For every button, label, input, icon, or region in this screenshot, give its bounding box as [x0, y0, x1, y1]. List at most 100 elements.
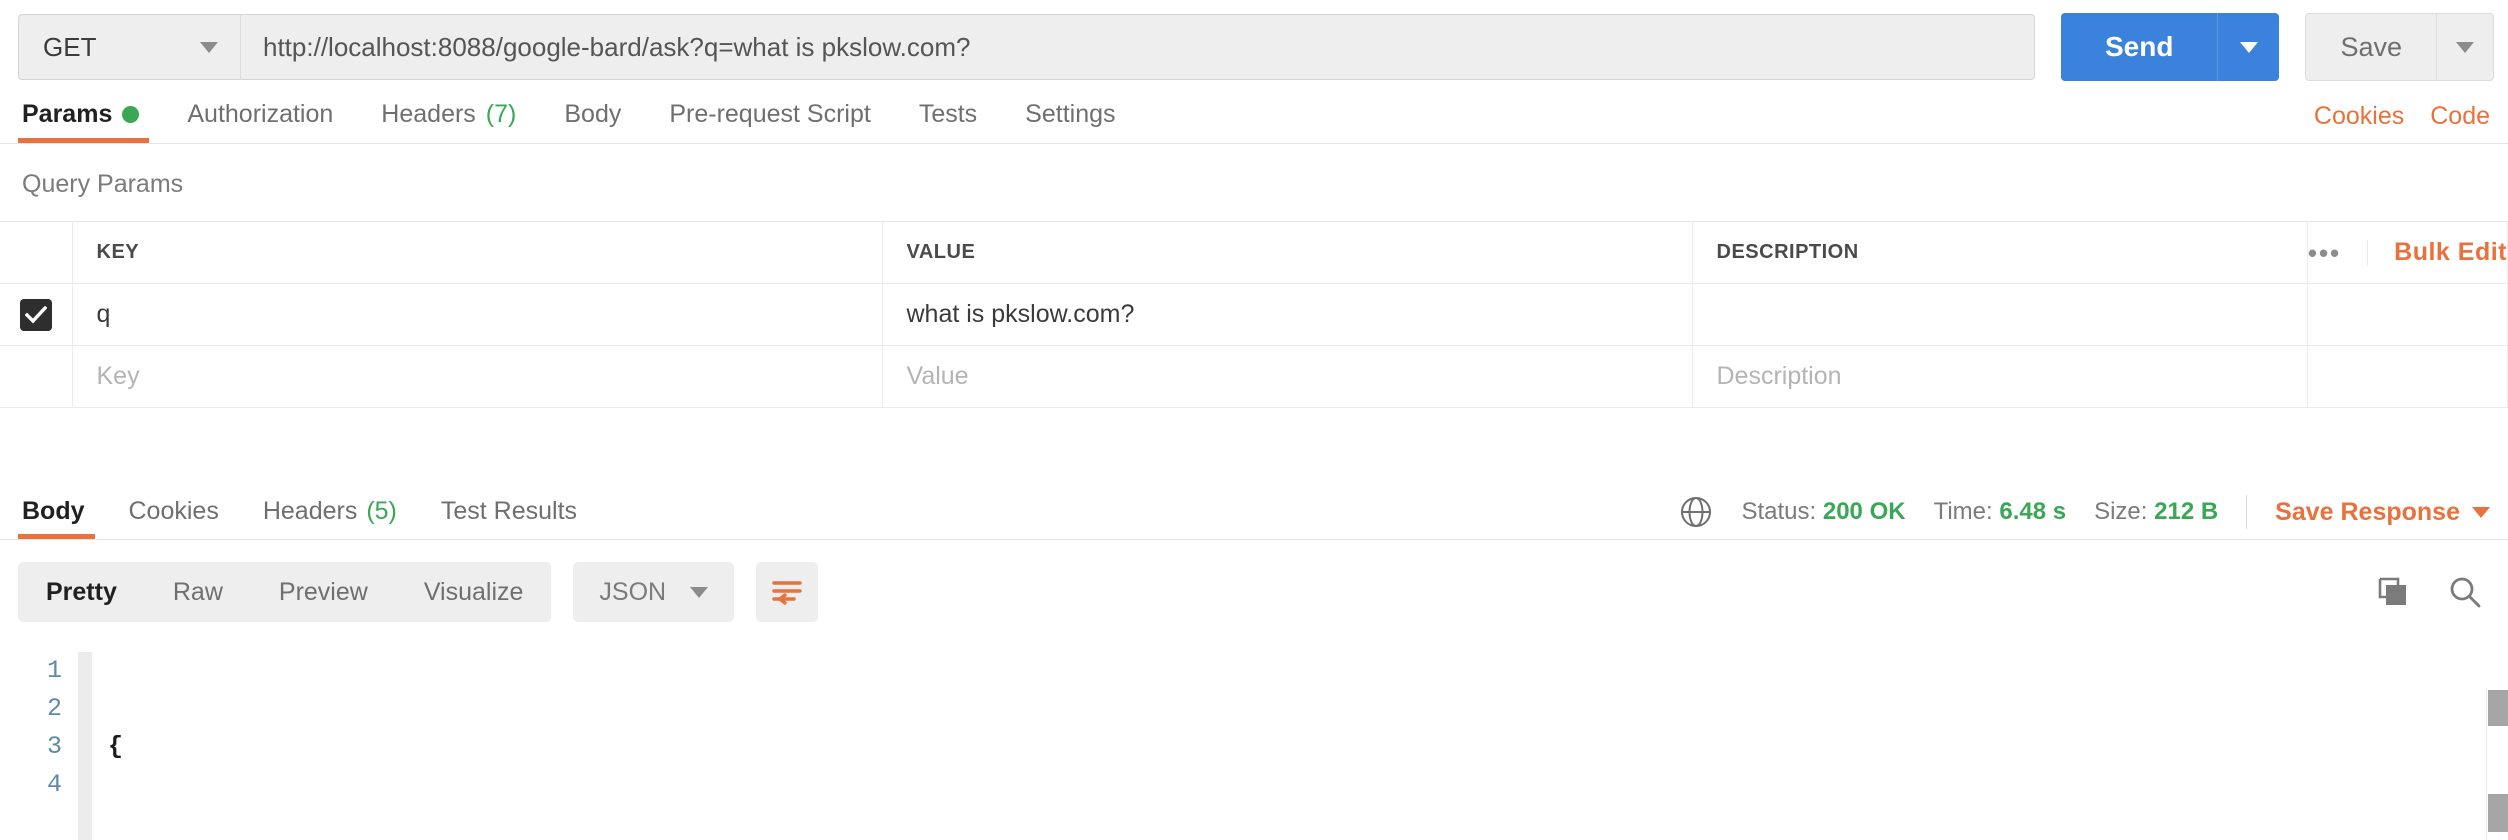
row-checkbox[interactable]	[19, 298, 52, 331]
response-tabs: Body Cookies Headers (5) Test Results St…	[0, 482, 2508, 540]
tab-params[interactable]: Params	[18, 85, 163, 143]
time-group: Time: 6.48 s	[1934, 498, 2067, 526]
size-label: Size:	[2094, 498, 2148, 525]
value-placeholder: Value	[906, 362, 969, 390]
tab-settings[interactable]: Settings	[1001, 85, 1139, 143]
response-format-label: JSON	[599, 577, 667, 606]
response-tab-body-label: Body	[22, 496, 85, 525]
row-actions-cell	[2307, 283, 2508, 346]
header-actions: ••• Bulk Edit	[2307, 221, 2508, 284]
response-vertical-scrollbar[interactable]	[2486, 688, 2508, 840]
query-params-table-head: KEY VALUE DESCRIPTION ••• Bulk Edit	[0, 221, 2508, 284]
response-tab-cookies[interactable]: Cookies	[107, 483, 241, 539]
response-body-toolbar: Pretty Raw Preview Visualize JSON	[0, 540, 2508, 640]
cookies-link[interactable]: Cookies	[2314, 102, 2404, 131]
save-response-label: Save Response	[2275, 497, 2460, 526]
time-label: Time:	[1933, 498, 1993, 525]
table-header-row: KEY VALUE DESCRIPTION ••• Bulk Edit	[0, 221, 2508, 284]
response-tab-test-results[interactable]: Test Results	[419, 483, 599, 539]
tab-tests[interactable]: Tests	[895, 85, 1001, 143]
http-method-select[interactable]: GET	[18, 14, 240, 80]
empty-row-checkbox-cell	[0, 345, 73, 408]
request-url-bar: GET Send Save	[0, 0, 2508, 84]
view-mode-raw[interactable]: Raw	[145, 562, 251, 622]
size-value: 212 B	[2154, 498, 2219, 525]
status-value: 200 OK	[1822, 498, 1906, 525]
description-placeholder: Description	[1716, 362, 1842, 390]
row-key-cell[interactable]: q	[71, 283, 883, 346]
tab-tests-label: Tests	[918, 99, 978, 128]
view-mode-pretty[interactable]: Pretty	[18, 562, 145, 622]
view-mode-visualize[interactable]: Visualize	[396, 562, 552, 622]
header-key: KEY	[71, 221, 883, 284]
search-icon[interactable]	[2448, 575, 2482, 609]
tab-authorization[interactable]: Authorization	[163, 85, 357, 143]
query-params-table-body: q what is pkslow.com? Key Value Descript…	[0, 283, 2508, 408]
code-fold-rail[interactable]	[78, 652, 92, 840]
code-link[interactable]: Code	[2430, 102, 2490, 131]
time-value: 6.48 s	[1999, 498, 2067, 525]
wrap-lines-button[interactable]	[756, 562, 819, 622]
chevron-down-icon	[2239, 41, 2258, 53]
more-options-icon[interactable]: •••	[2282, 239, 2369, 266]
view-mode-preview[interactable]: Preview	[251, 562, 396, 622]
tab-params-label: Params	[22, 99, 113, 128]
status-label: Status:	[1741, 498, 1817, 525]
tab-settings-label: Settings	[1025, 99, 1116, 128]
send-options-button[interactable]	[2217, 13, 2280, 81]
meta-divider	[2246, 495, 2248, 529]
save-options-button[interactable]	[2436, 13, 2494, 81]
url-input[interactable]	[263, 31, 2012, 63]
empty-row-key-cell[interactable]: Key	[71, 345, 883, 408]
save-response-button[interactable]: Save Response	[2275, 498, 2490, 527]
tab-headers[interactable]: Headers (7)	[357, 85, 540, 143]
response-body-code[interactable]: 1 2 3 4 { "chosenAnswer": "No Answer", "…	[0, 640, 2508, 840]
line-number: 4	[46, 770, 62, 799]
url-input-wrapper[interactable]	[240, 14, 2035, 80]
tab-headers-label: Headers	[381, 99, 476, 128]
request-tabs-right-links: Cookies Code	[2314, 102, 2490, 143]
empty-row-value-cell[interactable]: Value	[881, 345, 1693, 408]
tab-body-label: Body	[564, 99, 622, 128]
send-button[interactable]: Send	[2060, 13, 2218, 81]
response-format-select[interactable]: JSON	[573, 562, 735, 622]
response-tab-body[interactable]: Body	[18, 483, 107, 539]
line-number: 3	[46, 732, 62, 761]
empty-row-description-cell[interactable]: Description	[1691, 345, 2308, 408]
table-row: Key Value Description	[0, 345, 2508, 408]
size-group: Size: 212 B	[2094, 498, 2218, 526]
tab-body[interactable]: Body	[540, 85, 645, 143]
query-params-table: KEY VALUE DESCRIPTION ••• Bulk Edit q wh…	[0, 221, 2508, 408]
response-tab-headers[interactable]: Headers (5)	[241, 483, 419, 539]
row-value-cell[interactable]: what is pkslow.com?	[881, 283, 1693, 346]
bulk-edit-link[interactable]: Bulk Edit	[2368, 238, 2507, 267]
chevron-down-icon	[2456, 41, 2474, 53]
chevron-down-icon	[2472, 506, 2490, 518]
table-row: q what is pkslow.com?	[0, 283, 2508, 346]
line-number: 2	[46, 694, 62, 723]
response-tab-headers-label: Headers	[262, 496, 358, 525]
row-description-cell[interactable]	[1691, 283, 2308, 346]
line-number: 1	[46, 656, 62, 685]
wrap-lines-icon	[772, 581, 802, 605]
tab-headers-count: (7)	[485, 99, 517, 128]
code-lines: { "chosenAnswer": "No Answer", "draftAns…	[108, 652, 2508, 840]
tab-pre-request-script-label: Pre-request Script	[669, 99, 871, 128]
tab-pre-request-script[interactable]: Pre-request Script	[645, 85, 894, 143]
scrollbar-thumb-bottom[interactable]	[2488, 794, 2508, 832]
key-placeholder: Key	[96, 362, 140, 390]
status-group: Status: 200 OK	[1741, 498, 1905, 526]
chevron-down-icon	[690, 586, 709, 598]
http-method-label: GET	[43, 31, 97, 62]
request-tabs: Params Authorization Headers (7) Body Pr…	[0, 84, 2508, 144]
response-tab-headers-count: (5)	[366, 496, 397, 525]
save-button[interactable]: Save	[2305, 13, 2436, 81]
globe-icon[interactable]	[1679, 495, 1713, 529]
code-token: {	[108, 732, 124, 761]
chevron-down-icon	[200, 41, 218, 53]
copy-icon[interactable]	[2376, 575, 2410, 609]
modified-dot-icon	[122, 105, 140, 123]
scrollbar-thumb-top[interactable]	[2488, 690, 2508, 726]
body-toolbar-right	[2376, 575, 2482, 609]
row-checkbox-cell	[0, 283, 73, 346]
